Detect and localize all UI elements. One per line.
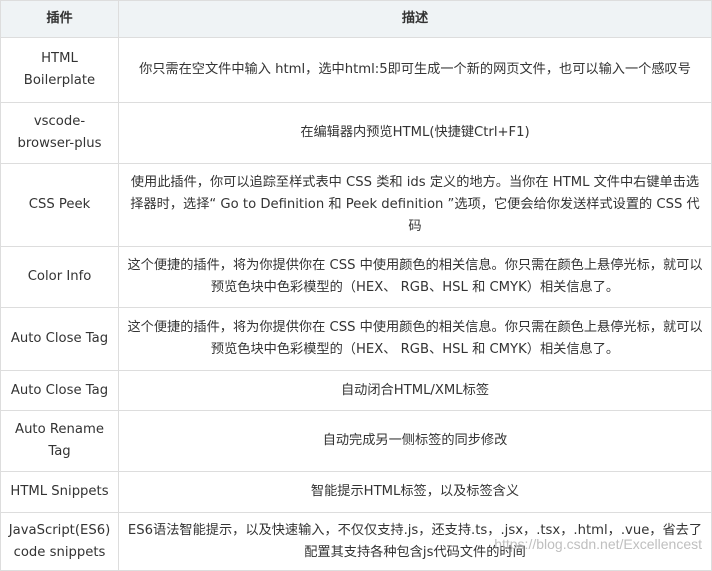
header-description: 描述 (118, 0, 712, 38)
plugin-description: 你只需在空文件中输入 html，选中html:5即可生成一个新的网页文件，也可以… (118, 37, 712, 103)
plugin-table: 插件 描述 HTML Boilerplate 你只需在空文件中输入 html，选… (0, 0, 712, 571)
plugin-name: Auto Close Tag (0, 370, 119, 411)
table-row: vscode-browser-plus 在编辑器内预览HTML(快捷键Ctrl+… (0, 102, 712, 164)
plugin-description: 自动完成另一侧标签的同步修改 (118, 410, 712, 472)
plugin-description: 在编辑器内预览HTML(快捷键Ctrl+F1) (118, 102, 712, 164)
plugin-name: Auto Close Tag (0, 307, 119, 371)
plugin-name: HTML Snippets (0, 471, 119, 513)
plugin-name: Auto Rename Tag (0, 410, 119, 472)
table-row: JavaScript(ES6) code snippets ES6语法智能提示，… (0, 512, 712, 571)
plugin-name: JavaScript(ES6) code snippets (0, 512, 119, 571)
plugin-name: HTML Boilerplate (0, 37, 119, 103)
table-header-row: 插件 描述 (0, 0, 712, 38)
plugin-name: Color Info (0, 246, 119, 308)
plugin-description: 使用此插件，你可以追踪至样式表中 CSS 类和 ids 定义的地方。当你在 HT… (118, 163, 712, 247)
page: 插件 描述 HTML Boilerplate 你只需在空文件中输入 html，选… (0, 0, 712, 571)
table-row: Auto Close Tag 这个便捷的插件，将为你提供你在 CSS 中使用颜色… (0, 307, 712, 371)
table-row: HTML Snippets 智能提示HTML标签，以及标签含义 (0, 471, 712, 513)
plugin-description: 智能提示HTML标签，以及标签含义 (118, 471, 712, 513)
plugin-description: ES6语法智能提示，以及快速输入，不仅仅支持.js，还支持.ts，.jsx，.t… (118, 512, 712, 571)
table-row: Auto Rename Tag 自动完成另一侧标签的同步修改 (0, 410, 712, 472)
plugin-description: 自动闭合HTML/XML标签 (118, 370, 712, 411)
plugin-description: 这个便捷的插件，将为你提供你在 CSS 中使用颜色的相关信息。你只需在颜色上悬停… (118, 307, 712, 371)
table-row: Color Info 这个便捷的插件，将为你提供你在 CSS 中使用颜色的相关信… (0, 246, 712, 308)
table-row: Auto Close Tag 自动闭合HTML/XML标签 (0, 370, 712, 411)
header-plugin: 插件 (0, 0, 119, 38)
plugin-name: vscode-browser-plus (0, 102, 119, 164)
table-row: CSS Peek 使用此插件，你可以追踪至样式表中 CSS 类和 ids 定义的… (0, 163, 712, 247)
plugin-name: CSS Peek (0, 163, 119, 247)
table-row: HTML Boilerplate 你只需在空文件中输入 html，选中html:… (0, 37, 712, 103)
plugin-description: 这个便捷的插件，将为你提供你在 CSS 中使用颜色的相关信息。你只需在颜色上悬停… (118, 246, 712, 308)
